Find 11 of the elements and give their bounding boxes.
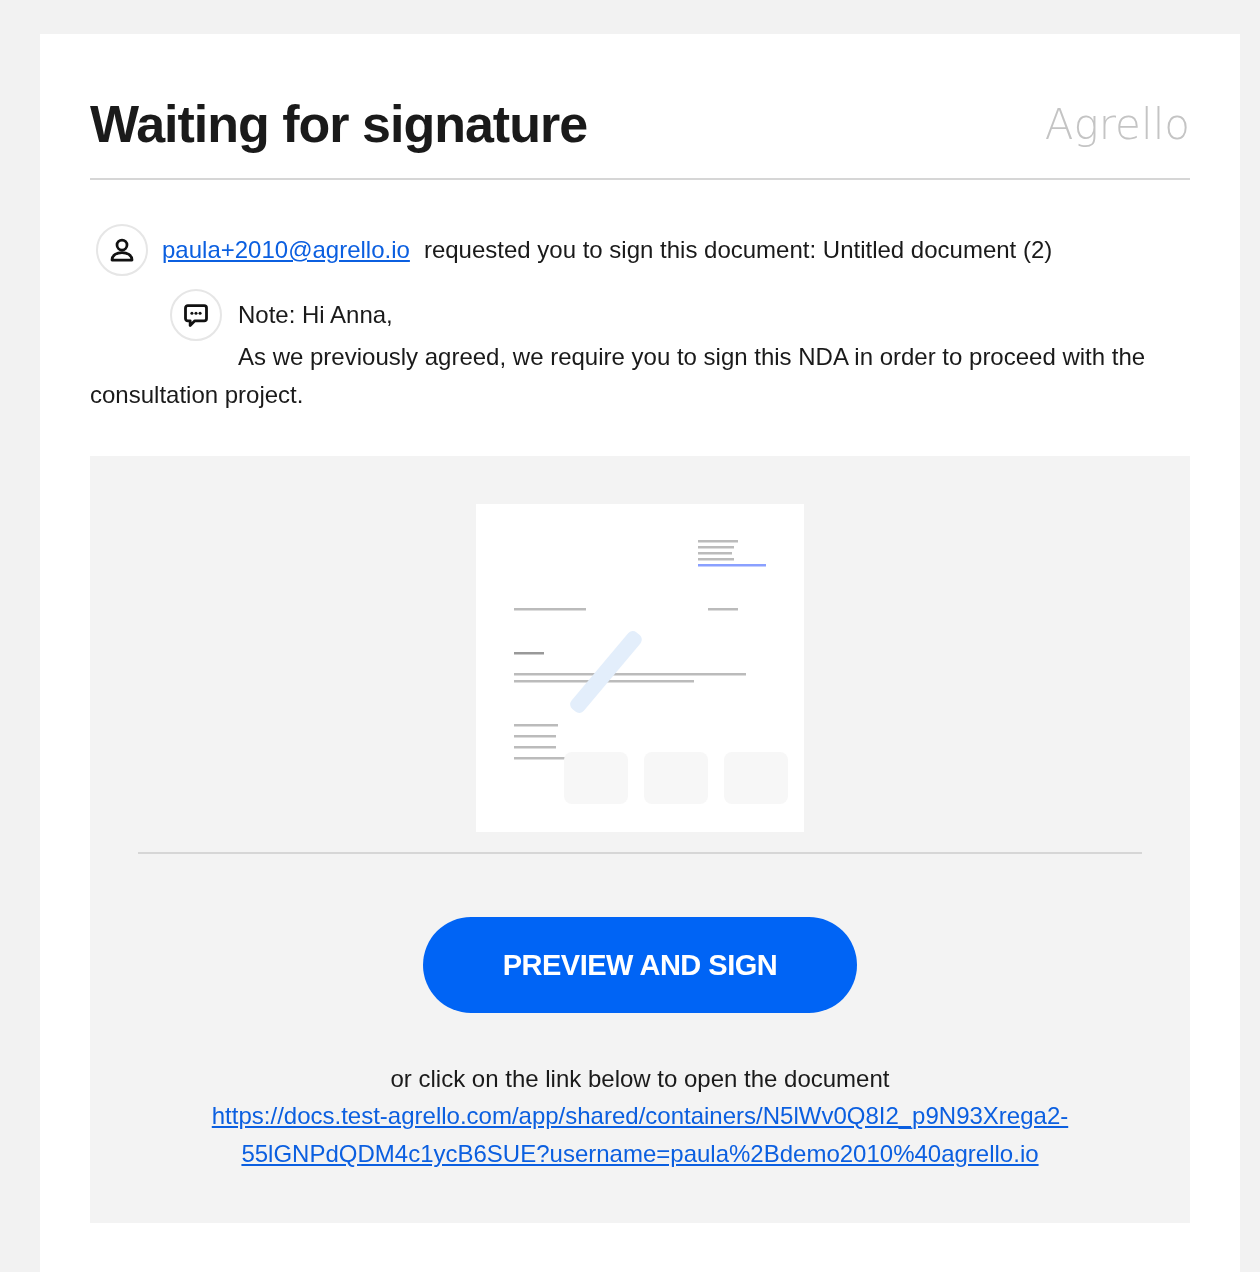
request-text: requested you to sign this document: Untitled document (2) — [423, 236, 1053, 264]
document-link[interactable]: https://docs.test-agrello.com/app/shared/containers/N5lWv0Q8I2_p9N93Xrega2-55lGNPdQDM4c1ycB6SUE?username=paula%2Bdemo2010%40agrello.io — [160, 1097, 1120, 1173]
logo: Agrello — [1044, 99, 1190, 149]
preview-and-sign-button[interactable]: PREVIEW AND SIGN — [423, 917, 857, 1013]
note-text: Note: Hi Anna, — [238, 300, 393, 330]
note-text: As we previously agreed, we require you to sign this NDA in order to proceed with the consultation project. — [90, 342, 1147, 410]
page-title: Waiting for signature — [90, 94, 588, 154]
user-icon — [96, 224, 148, 276]
chat-icon — [170, 289, 222, 341]
hint-text: or click on the link below to open the document — [390, 1065, 890, 1093]
sender-email-link[interactable]: paula+2010@agrello.io — [162, 236, 410, 264]
